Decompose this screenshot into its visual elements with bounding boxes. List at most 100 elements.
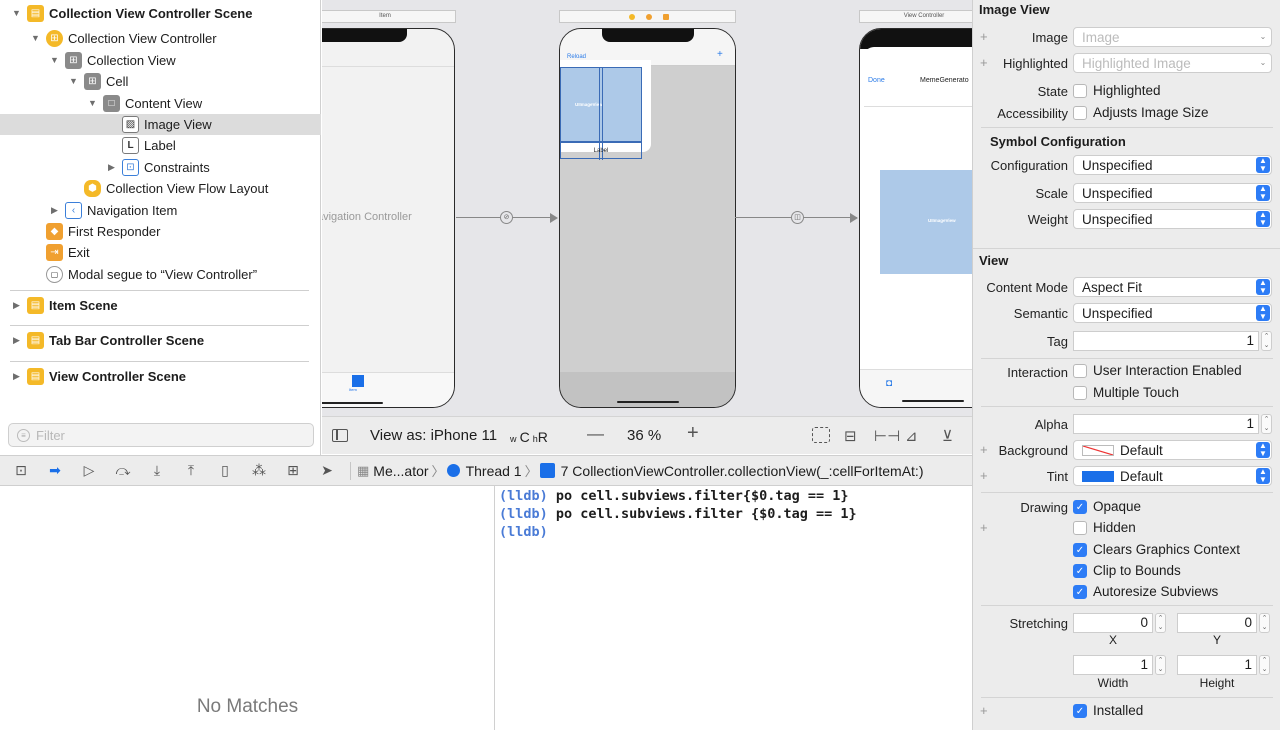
item-scene-bar[interactable]: Item bbox=[322, 10, 456, 23]
outline-row-label[interactable]: L Label bbox=[0, 135, 321, 156]
user-interaction-checkbox[interactable] bbox=[1073, 364, 1087, 378]
outline-row-collection-view-controller[interactable]: ▼ ⊞ Collection View Controller bbox=[0, 28, 321, 49]
memory-graph-icon[interactable]: ⁂ bbox=[248, 462, 270, 480]
meme-image-view[interactable]: UIImageView bbox=[880, 170, 972, 274]
cell-image-view[interactable]: UIImageView bbox=[560, 67, 642, 142]
tag-field[interactable]: 1 bbox=[1073, 331, 1259, 351]
highlighted-checkbox[interactable] bbox=[1073, 84, 1087, 98]
outline-row-constraints[interactable]: ▶ ⊡ Constraints bbox=[0, 157, 321, 178]
outline-row-first-responder[interactable]: ◆ First Responder bbox=[0, 221, 321, 242]
outline-row-view-controller-scene[interactable]: ▶ ▤ View Controller Scene bbox=[0, 366, 321, 387]
stretch-width-field[interactable]: 1 bbox=[1073, 655, 1153, 675]
alpha-field[interactable]: 1 bbox=[1073, 414, 1259, 434]
outline-row-collection-view[interactable]: ▼ ⊞ Collection View bbox=[0, 50, 321, 71]
outline-row-tab-bar-scene[interactable]: ▶ ▤ Tab Bar Controller Scene bbox=[0, 330, 321, 351]
outline-row-item-scene[interactable]: ▶ ▤ Item Scene bbox=[0, 295, 321, 316]
resolve-issues-icon[interactable]: ⊿ bbox=[905, 427, 918, 445]
add-constraints-icon[interactable]: ⊢⊣ bbox=[874, 427, 900, 445]
outline-row-modal-segue[interactable]: ▢ Modal segue to “View Controller” bbox=[0, 264, 321, 285]
hide-debug-area-icon[interactable]: ⊡ bbox=[10, 462, 32, 480]
highlighted-image-select[interactable]: Highlighted Image ⌄ bbox=[1073, 53, 1272, 73]
disclosure-open-icon[interactable]: ▼ bbox=[69, 77, 78, 86]
disclosure-closed-icon[interactable]: ▶ bbox=[12, 372, 21, 381]
stretch-width-stepper[interactable]: ⌃ ⌄ bbox=[1155, 655, 1166, 675]
environment-overrides-icon[interactable]: ⊞ bbox=[282, 462, 304, 480]
add-variation-icon[interactable]: + bbox=[980, 703, 988, 718]
background-select[interactable]: Default ▲ ▼ bbox=[1073, 440, 1272, 460]
outline-filter-field[interactable]: ≡ Filter bbox=[8, 423, 314, 447]
disclosure-open-icon[interactable]: ▼ bbox=[50, 56, 59, 65]
disclosure-open-icon[interactable]: ▼ bbox=[88, 99, 97, 108]
outline-row-flow-layout[interactable]: ⬢ Collection View Flow Layout bbox=[0, 178, 321, 199]
semantic-select[interactable]: Unspecified ▲ ▼ bbox=[1073, 303, 1272, 323]
installed-checkbox[interactable]: ✓ bbox=[1073, 704, 1087, 718]
image-select[interactable]: Image ⌄ bbox=[1073, 27, 1272, 47]
add-variation-icon[interactable]: + bbox=[980, 520, 988, 535]
done-button[interactable]: Done bbox=[868, 77, 885, 84]
disclosure-closed-icon[interactable]: ▶ bbox=[12, 301, 21, 310]
breadcrumb-frame[interactable]: 7 CollectionViewController.collectionVie… bbox=[561, 463, 924, 479]
multiple-touch-checkbox[interactable] bbox=[1073, 386, 1087, 400]
disclosure-closed-icon[interactable]: ▶ bbox=[107, 163, 116, 172]
step-in-icon[interactable]: ⤓ bbox=[146, 462, 168, 480]
zoom-in-button[interactable]: + bbox=[687, 422, 699, 445]
storyboard-canvas[interactable]: Item Item avigation Controller ⊘ Reload … bbox=[322, 0, 972, 416]
stretch-x-stepper[interactable]: ⌃ ⌄ bbox=[1155, 613, 1166, 633]
clip-to-bounds-checkbox[interactable]: ✓ bbox=[1073, 564, 1087, 578]
disclosure-open-icon[interactable]: ▼ bbox=[12, 9, 21, 18]
console-line[interactable]: (lldb) bbox=[499, 524, 972, 542]
view-as-label[interactable]: View as: iPhone 11 bbox=[370, 427, 497, 444]
stretch-y-stepper[interactable]: ⌃ ⌄ bbox=[1259, 613, 1270, 633]
adjusts-image-size-checkbox[interactable] bbox=[1073, 106, 1087, 120]
view-controller-phone[interactable]: Done MemeGenerato UIImageView ◘ bbox=[859, 28, 972, 408]
view-controller-scene-bar[interactable]: View Controller bbox=[859, 10, 972, 23]
collection-scene-phone[interactable]: Reload + UIImageView Label bbox=[559, 28, 736, 408]
breadcrumb-thread[interactable]: Thread 1 bbox=[466, 463, 522, 479]
step-over-icon[interactable]: ⤼ bbox=[112, 462, 134, 480]
outline-row-exit[interactable]: ⇥ Exit bbox=[0, 242, 321, 263]
clears-graphics-checkbox[interactable]: ✓ bbox=[1073, 543, 1087, 557]
console[interactable]: (lldb) po cell.subviews.filter{$0.tag ==… bbox=[496, 486, 972, 730]
disclosure-open-icon[interactable]: ▼ bbox=[31, 34, 40, 43]
tint-select[interactable]: Default ▲ ▼ bbox=[1073, 466, 1272, 486]
weight-select[interactable]: Unspecified ▲ ▼ bbox=[1073, 209, 1272, 229]
tab-bar-item-icon[interactable] bbox=[352, 375, 364, 387]
collection-scene-bar[interactable] bbox=[559, 10, 736, 23]
stretch-x-field[interactable]: 0 bbox=[1073, 613, 1153, 633]
outline-row-content-view[interactable]: ▼ □ Content View bbox=[0, 93, 321, 114]
hidden-checkbox[interactable] bbox=[1073, 521, 1087, 535]
outline-row-navigation-item[interactable]: ▶ ‹ Navigation Item bbox=[0, 200, 321, 221]
outline-row-image-view[interactable]: ▨ Image View bbox=[0, 114, 321, 135]
segue-icon[interactable]: ◫ bbox=[791, 211, 804, 224]
view-hierarchy-icon[interactable]: ▯ bbox=[214, 462, 236, 480]
simulate-location-icon[interactable]: ➤ bbox=[316, 462, 338, 480]
segue-icon[interactable]: ⊘ bbox=[500, 211, 513, 224]
stretch-height-stepper[interactable]: ⌃ ⌄ bbox=[1259, 655, 1270, 675]
variables-view[interactable]: No Matches bbox=[0, 486, 495, 730]
outline-row-cell[interactable]: ▼ ⊞ Cell bbox=[0, 71, 321, 92]
stretch-y-field[interactable]: 0 bbox=[1177, 613, 1257, 633]
camera-icon[interactable]: ◘ bbox=[886, 378, 892, 389]
autoresize-checkbox[interactable]: ✓ bbox=[1073, 585, 1087, 599]
configuration-select[interactable]: Unspecified ▲ ▼ bbox=[1073, 155, 1272, 175]
embed-in-icon[interactable]: ⊻ bbox=[942, 427, 953, 445]
step-out-icon[interactable]: ⤒ bbox=[180, 462, 202, 480]
stretch-height-field[interactable]: 1 bbox=[1177, 655, 1257, 675]
update-frames-icon[interactable] bbox=[812, 427, 830, 443]
scale-select[interactable]: Unspecified ▲ ▼ bbox=[1073, 183, 1272, 203]
content-mode-select[interactable]: Aspect Fit ▲ ▼ bbox=[1073, 277, 1272, 297]
zoom-out-button[interactable]: — bbox=[587, 424, 604, 444]
breadcrumb-app[interactable]: Me...ator bbox=[373, 463, 428, 479]
alpha-stepper[interactable]: ⌃ ⌄ bbox=[1261, 414, 1272, 434]
breakpoints-icon[interactable]: ➡ bbox=[44, 462, 66, 480]
opaque-checkbox[interactable]: ✓ bbox=[1073, 500, 1087, 514]
tag-stepper[interactable]: ⌃ ⌄ bbox=[1261, 331, 1272, 351]
outline-row-collection-view-controller-scene[interactable]: ▼ ▤ Collection View Controller Scene bbox=[0, 3, 321, 24]
disclosure-closed-icon[interactable]: ▶ bbox=[12, 336, 21, 345]
align-icon[interactable]: ⊟ bbox=[844, 427, 857, 445]
disclosure-closed-icon[interactable]: ▶ bbox=[50, 206, 59, 215]
cell-label[interactable]: Label bbox=[560, 142, 642, 159]
toggle-outline-icon[interactable] bbox=[332, 429, 348, 442]
add-button[interactable]: + bbox=[717, 49, 723, 60]
continue-icon[interactable]: ▷ bbox=[78, 462, 100, 480]
